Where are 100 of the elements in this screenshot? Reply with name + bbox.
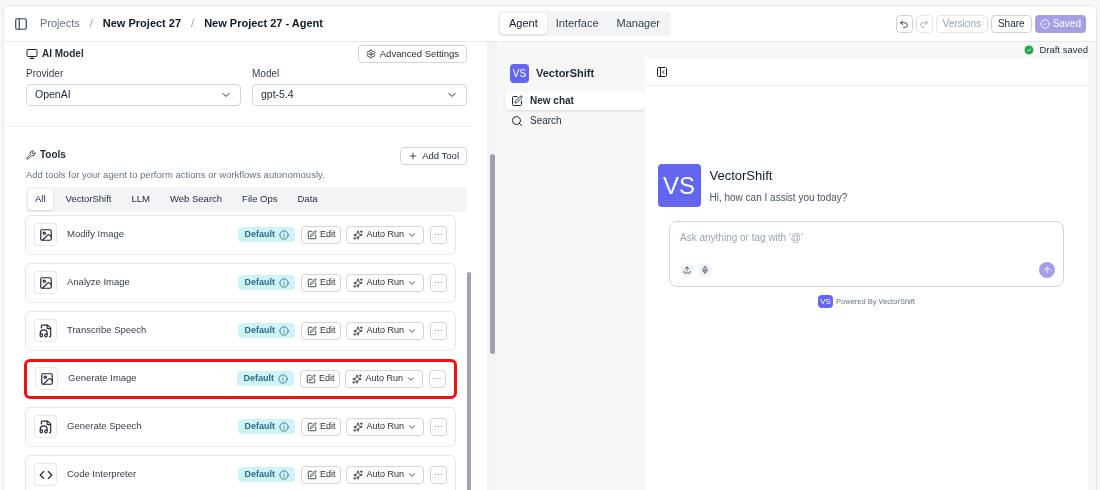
breadcrumb-link[interactable]: New Project 27 - Agent: [204, 15, 323, 32]
microphone-icon: [701, 266, 709, 274]
share-button[interactable]: Share: [990, 14, 1032, 33]
filter-tab[interactable]: VectorShift: [58, 189, 119, 210]
welcome-text: Hi, how can I assist you today?: [709, 190, 848, 205]
monitor-icon: [26, 47, 38, 60]
logo: VS: [510, 64, 529, 83]
field-label: Model: [252, 67, 281, 81]
send-button[interactable]: [1039, 262, 1055, 278]
tool-name: Generate Speech: [67, 419, 143, 434]
tools-icon: [26, 149, 36, 160]
microphone-button[interactable]: [698, 263, 712, 277]
filter-tab[interactable]: Web Search: [163, 189, 230, 210]
edit-button[interactable]: Edit: [300, 465, 342, 484]
sparkle-icon: [353, 229, 364, 240]
check-icon: [1039, 18, 1050, 29]
default-badge: Default: [238, 323, 295, 338]
redo-icon: [919, 18, 930, 29]
undo-button[interactable]: [895, 14, 913, 33]
collapse-sidebar-icon[interactable]: [656, 65, 668, 78]
sidebar-toggle-icon[interactable]: [14, 16, 28, 31]
brand-name: VectorShift: [536, 66, 595, 82]
more-button[interactable]: ···: [430, 273, 447, 292]
pencil-icon: [511, 94, 523, 107]
pencil-icon: [306, 277, 317, 288]
tool-name: Analyze Image: [67, 275, 131, 290]
upload-button[interactable]: [680, 263, 694, 277]
more-button[interactable]: ···: [430, 465, 447, 484]
tool-name: Generate Image: [68, 371, 138, 386]
info-icon: [278, 229, 289, 240]
more-button[interactable]: ···: [430, 225, 447, 244]
field-label: Provider: [26, 67, 65, 81]
auto-run-button[interactable]: Auto Run: [346, 465, 424, 484]
undo-icon: [899, 18, 910, 29]
info-icon: [278, 325, 289, 336]
pencil-icon: [306, 469, 317, 480]
mode-tab[interactable]: Manager: [607, 13, 669, 34]
default-badge: Default: [237, 371, 294, 386]
sparkle-icon: [352, 373, 363, 384]
pencil-icon: [305, 373, 316, 384]
tool-name: Modify Image: [67, 227, 126, 242]
mode-tab[interactable]: Agent: [500, 13, 547, 34]
more-button[interactable]: ···: [430, 321, 447, 340]
search-icon: [511, 114, 523, 127]
welcome-title: VectorShift: [709, 167, 774, 186]
auto-run-button[interactable]: Auto Run: [346, 273, 424, 292]
filter-tab[interactable]: All: [28, 189, 53, 210]
edit-button[interactable]: Edit: [300, 417, 342, 436]
more-button[interactable]: ···: [430, 417, 447, 436]
settings-icon: [365, 49, 376, 59]
section-description: Add tools for your agent to perform actions or workflows autonomously.: [26, 168, 325, 182]
info-icon: [278, 277, 289, 288]
edit-button[interactable]: Edit: [300, 273, 342, 292]
default-badge: Default: [238, 419, 295, 434]
powered-logo: VS: [818, 295, 834, 308]
auto-run-button[interactable]: Auto Run: [346, 417, 424, 436]
sparkle-icon: [353, 277, 364, 288]
auto-run-button[interactable]: Auto Run: [345, 369, 423, 388]
filter-tab[interactable]: File Ops: [235, 189, 285, 210]
sparkle-icon: [353, 421, 364, 432]
mode-tab[interactable]: Interface: [546, 13, 608, 34]
arrow-up-icon: [1042, 265, 1052, 275]
default-badge: Default: [238, 467, 295, 482]
sparkle-icon: [353, 325, 364, 336]
breadcrumb-separator: /: [191, 16, 195, 32]
sidebar-item[interactable]: Search: [505, 111, 645, 130]
default-badge: Default: [238, 275, 295, 290]
filter-tab[interactable]: LLM: [124, 189, 157, 210]
auto-run-button[interactable]: Auto Run: [346, 321, 424, 340]
tool-name: Code Interpreter: [67, 467, 138, 482]
edit-button[interactable]: Edit: [300, 225, 342, 244]
breadcrumb-link[interactable]: Projects: [40, 15, 80, 32]
upload-icon: [683, 266, 691, 274]
more-button[interactable]: ···: [429, 369, 446, 388]
chat-logo: VS: [657, 164, 701, 207]
info-icon: [277, 373, 288, 384]
sidebar-item[interactable]: New chat: [505, 91, 645, 110]
chat-input[interactable]: Ask anything or tag with '@': [669, 221, 1064, 287]
draft-status: Draft saved: [1039, 42, 1088, 57]
edit-button[interactable]: Edit: [299, 369, 341, 388]
sparkle-icon: [353, 469, 364, 480]
message-field[interactable]: Ask anything or tag with '@': [680, 230, 1055, 245]
info-icon: [278, 469, 289, 480]
breadcrumb-separator: /: [89, 16, 93, 32]
advanced-settings-button[interactable]: Advanced Settings: [357, 45, 467, 63]
plus-icon: [408, 151, 419, 161]
default-badge: Default: [238, 227, 295, 242]
section-title: AI Model: [42, 47, 84, 61]
breadcrumb-link[interactable]: New Project 27: [102, 15, 182, 32]
tool-name: Transcribe Speech: [67, 323, 148, 338]
filter-tab[interactable]: Data: [290, 189, 325, 210]
pencil-icon: [306, 325, 317, 336]
select-field[interactable]: gpt-5.4: [252, 84, 467, 106]
pencil-icon: [306, 421, 317, 432]
auto-run-button[interactable]: Auto Run: [346, 225, 424, 244]
select-field[interactable]: OpenAI: [26, 84, 241, 106]
pencil-icon: [306, 229, 317, 240]
add-tool-button[interactable]: Add Tool: [400, 147, 467, 165]
edit-button[interactable]: Edit: [300, 321, 342, 340]
section-title: Tools: [40, 148, 66, 162]
